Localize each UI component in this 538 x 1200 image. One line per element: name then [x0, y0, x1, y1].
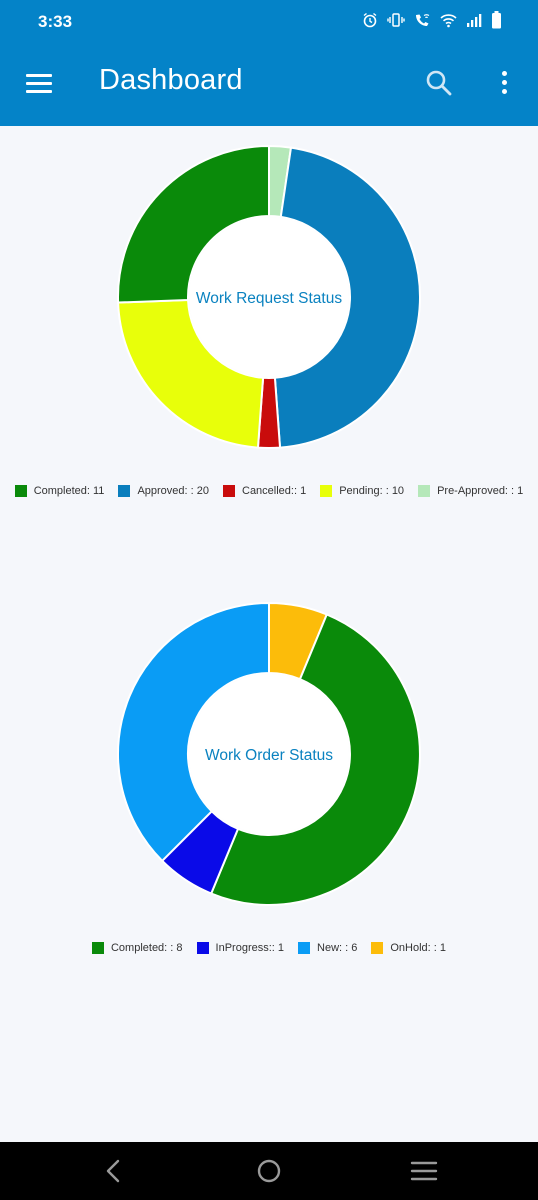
wifi-call-icon	[414, 12, 431, 33]
signal-icon	[466, 13, 482, 32]
legend-label: InProgress:: 1	[215, 942, 285, 954]
legend-item[interactable]: Completed: 11	[14, 485, 105, 497]
work-request-legend: Completed: 11 Approved: : 20 Cancelled:: 1…	[0, 483, 538, 499]
work-request-donut: Work Request Status	[117, 144, 421, 449]
legend-label: Pre-Approved: : 1	[437, 485, 524, 497]
wifi-icon	[440, 13, 457, 33]
legend-swatch	[223, 485, 235, 497]
page-title: Dashboard	[99, 64, 243, 96]
legend-label: Completed: 11	[33, 485, 105, 497]
home-icon[interactable]	[254, 1156, 284, 1186]
legend-swatch	[196, 942, 209, 954]
legend-swatch	[298, 942, 311, 954]
legend-swatch	[320, 485, 333, 497]
alarm-icon	[362, 12, 378, 33]
legend-swatch	[118, 485, 131, 497]
status-icons	[362, 11, 502, 34]
vibrate-icon	[387, 12, 405, 33]
more-vert-icon[interactable]	[490, 64, 520, 100]
legend-label: Approved: : 20	[137, 485, 209, 497]
legend-label: Completed: : 8	[110, 942, 183, 954]
legend-item[interactable]: InProgress:: 1	[196, 942, 285, 954]
legend-item[interactable]: Approved: : 20	[118, 485, 209, 497]
legend-swatch	[418, 485, 431, 497]
legend-label: Pending: : 10	[339, 485, 405, 497]
legend-item[interactable]: New: : 6	[298, 942, 357, 954]
app-bar: Dashboard	[0, 44, 538, 126]
search-icon[interactable]	[420, 64, 456, 100]
chart-title: Work Order Status	[205, 747, 333, 764]
status-time: 3:33	[38, 12, 73, 31]
legend-label: New: : 6	[317, 942, 358, 954]
status-bar: 3:33	[0, 0, 538, 44]
battery-icon	[491, 11, 502, 34]
legend-swatch	[371, 942, 384, 954]
legend-item[interactable]: Pending: : 10	[320, 485, 404, 497]
legend-label: Cancelled:: 1	[242, 485, 307, 497]
back-icon[interactable]	[99, 1156, 129, 1186]
legend-item[interactable]: Pre-Approved: : 1	[418, 485, 523, 497]
legend-item[interactable]: Completed: : 8	[91, 942, 183, 954]
legend-item[interactable]: Cancelled:: 1	[223, 485, 306, 497]
legend-swatch	[14, 485, 27, 497]
menu-icon[interactable]	[22, 66, 56, 100]
system-nav-bar	[0, 1142, 538, 1200]
legend-item[interactable]: OnHold: : 1	[371, 942, 446, 954]
legend-label: OnHold: : 1	[390, 942, 447, 954]
recents-icon[interactable]	[409, 1156, 439, 1186]
chart-title: Work Request Status	[196, 290, 342, 307]
work-order-legend: Completed: : 8 InProgress:: 1 New: : 6 OnHo…	[0, 940, 538, 956]
work-order-donut: Work Order Status	[117, 601, 421, 906]
legend-swatch	[91, 942, 104, 954]
